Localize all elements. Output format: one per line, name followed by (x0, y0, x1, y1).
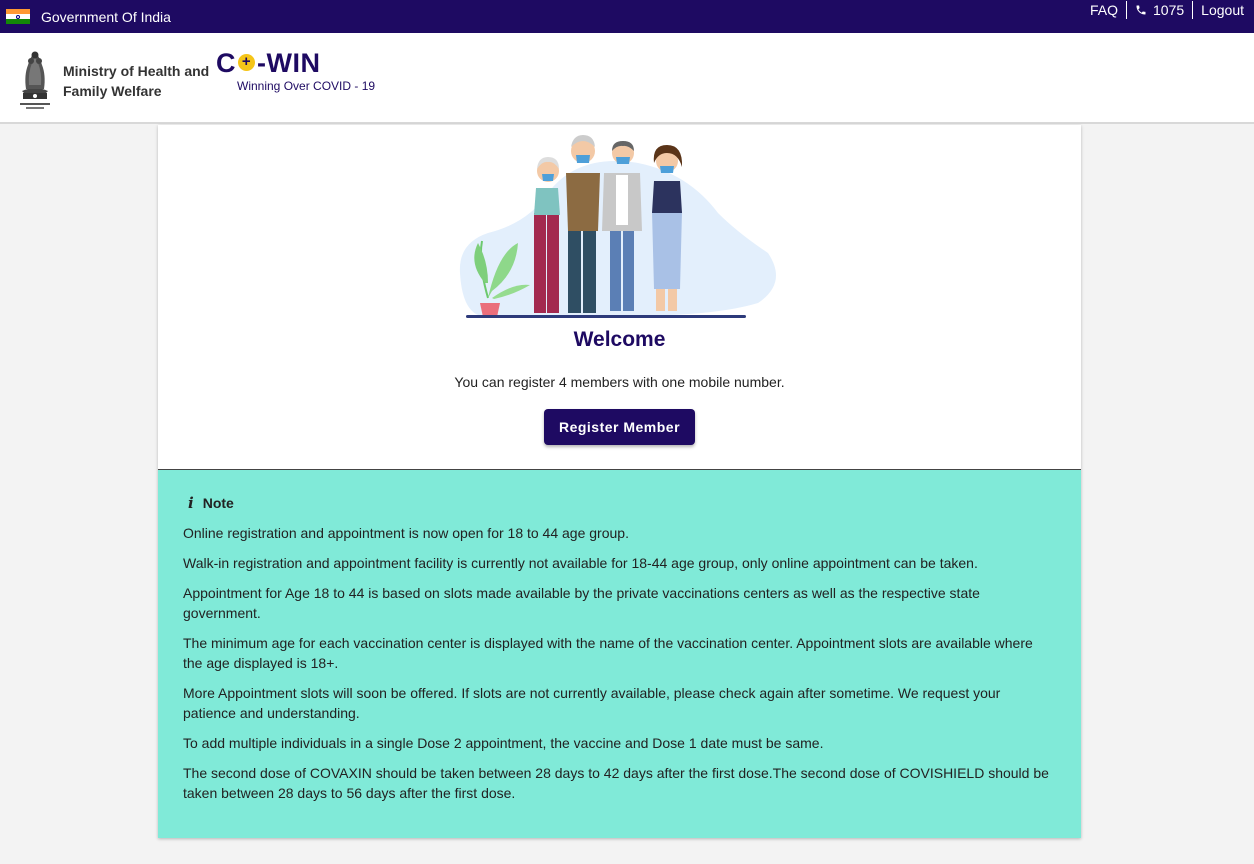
logout-link[interactable]: Logout (1192, 1, 1254, 19)
ministry-line-2: Family Welfare (63, 82, 162, 99)
note-item: Walk-in registration and appointment fac… (183, 555, 978, 571)
note-item: To add multiple individuals in a single … (183, 735, 824, 751)
welcome-heading: Welcome (573, 328, 666, 351)
family-illustration (459, 135, 776, 318)
welcome-card: Welcome You can register 4 members with … (158, 125, 1081, 838)
cowin-tagline: Winning Over COVID - 19 (237, 78, 376, 93)
cowin-logo[interactable]: C + -WIN Winning Over COVID - 19 (216, 49, 375, 93)
ministry-name: Ministry of Health and Family Welfare (63, 61, 213, 101)
register-info-text: You can register 4 members with one mobi… (454, 374, 785, 390)
logo-c: C (216, 47, 236, 78)
note-title: Note (202, 495, 234, 511)
phone-icon (1136, 5, 1146, 15)
note-section: i Note Online registration and appointme… (158, 469, 1081, 838)
note-item: The second dose of COVAXIN should be tak… (183, 765, 1049, 801)
note-item: Appointment for Age 18 to 44 is based on… (183, 585, 980, 621)
note-item: More Appointment slots will soon be offe… (183, 685, 1001, 721)
note-item: The minimum age for each vaccination cen… (183, 635, 1033, 671)
govt-label: Government Of India (41, 8, 171, 25)
note-heading: i Note (183, 494, 1056, 512)
info-icon: i (188, 494, 194, 512)
india-flag-icon (6, 9, 30, 24)
helpline-link[interactable]: 1075 (1126, 1, 1192, 19)
cowin-wordmark: C + -WIN (216, 49, 375, 77)
faq-link[interactable]: FAQ (1082, 1, 1126, 19)
govt-of-india-banner: Government Of India (6, 9, 171, 25)
top-bar: Government Of India FAQ 1075 Logout (0, 0, 1254, 33)
plus-icon: + (238, 54, 255, 71)
register-member-button[interactable]: Register Member (544, 409, 695, 445)
ministry-line-1: Ministry of Health and (63, 62, 210, 79)
site-header: Ministry of Health and Family Welfare C +… (0, 33, 1254, 124)
state-emblem-icon[interactable] (14, 45, 56, 111)
helpline-number: 1075 (1153, 2, 1185, 18)
note-item: Online registration and appointment is n… (183, 525, 629, 541)
top-links: FAQ 1075 Logout (1082, 0, 1254, 33)
logo-rest: -WIN (257, 47, 321, 78)
